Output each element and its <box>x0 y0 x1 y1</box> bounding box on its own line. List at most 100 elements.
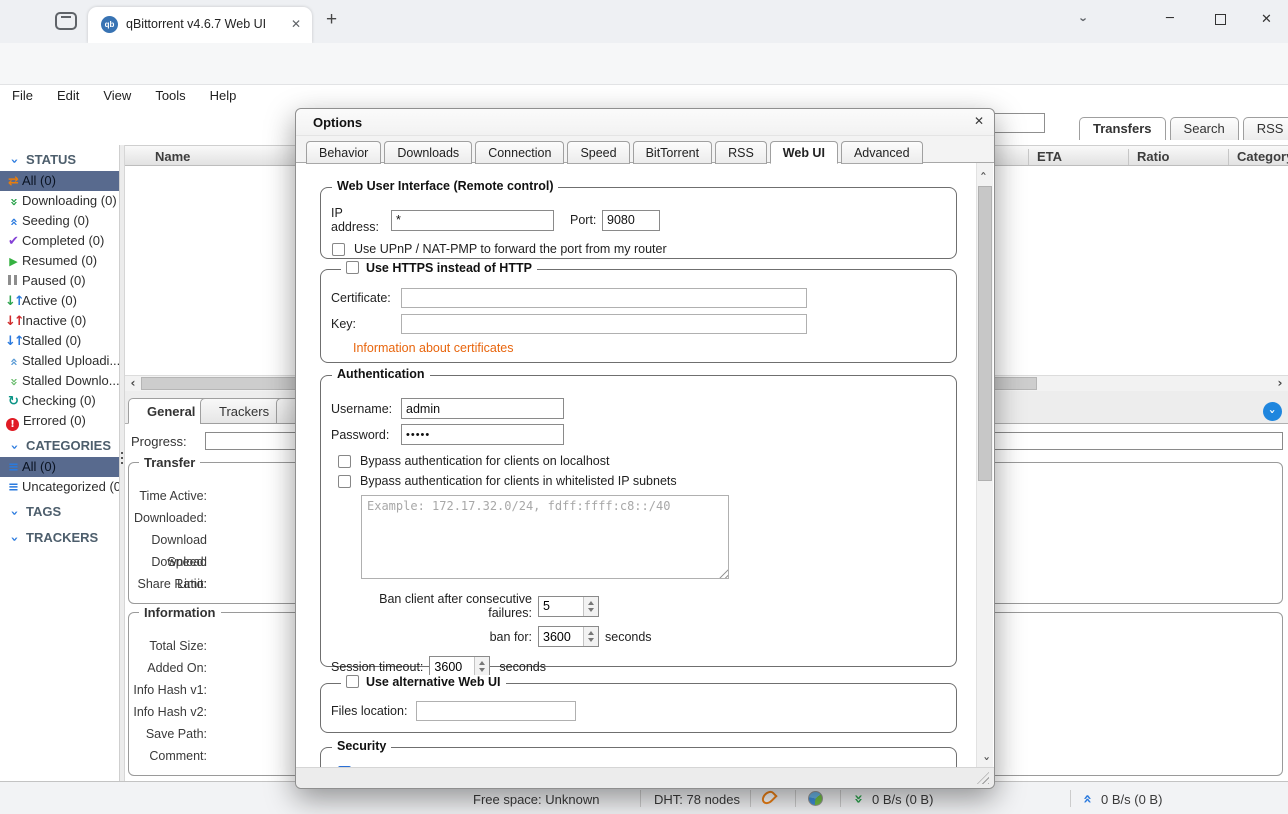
scroll-right-icon[interactable]: › <box>1272 376 1288 391</box>
spinner-arrows-icon[interactable] <box>474 657 489 676</box>
sidebar-item-downloading-0[interactable]: »Downloading (0) <box>0 191 119 211</box>
sidebar-section-categories[interactable]: ›CATEGORIES <box>0 435 119 457</box>
https-checkbox[interactable] <box>346 261 359 274</box>
scroll-down-icon[interactable]: › <box>977 751 994 767</box>
tab-search[interactable]: Search <box>1170 117 1239 140</box>
subnet-whitelist-textarea[interactable] <box>361 495 729 579</box>
key-label: Key: <box>331 317 401 331</box>
dialog-footer <box>296 767 994 788</box>
sidebar-section-trackers[interactable]: ›TRACKERS <box>0 527 119 549</box>
scroll-left-icon[interactable]: ‹ <box>125 376 141 391</box>
upload-speed-label[interactable]: 0 B/s (0 B) <box>1101 792 1162 807</box>
ban-duration-input[interactable] <box>539 627 583 646</box>
authentication-fieldset: Authentication Username: Password: Bypas… <box>320 375 957 667</box>
maximize-button[interactable] <box>1215 14 1226 25</box>
dialog-tab-downloads[interactable]: Downloads <box>384 141 472 164</box>
dialog-tab-advanced[interactable]: Advanced <box>841 141 923 164</box>
ip-address-input[interactable] <box>391 210 554 231</box>
dialog-titlebar[interactable]: Options ✕ <box>296 109 994 136</box>
menu-edit[interactable]: Edit <box>45 85 91 103</box>
sidebar-item-label: Active (0) <box>22 293 77 308</box>
column-header-category[interactable]: Category <box>1228 149 1288 165</box>
collapse-panel-button[interactable]: › <box>1263 402 1282 421</box>
download-speed-label[interactable]: 0 B/s (0 B) <box>872 792 933 807</box>
window-close-button[interactable]: ✕ <box>1261 12 1272 27</box>
sidebar-item-stalled-0[interactable]: ↓↑Stalled (0) <box>0 331 119 351</box>
detail-label: Save Path: <box>129 723 207 745</box>
bypass-subnet-checkbox[interactable] <box>338 475 351 488</box>
workspace-icon[interactable] <box>55 12 77 30</box>
sidebar-item-all-0[interactable]: ≡All (0) <box>0 457 119 477</box>
menu-view[interactable]: View <box>91 85 143 103</box>
chevron-down-icon: › <box>1263 409 1282 414</box>
detail-label: Time Active: <box>129 485 207 507</box>
sidebar-item-checking-0[interactable]: ↻Checking (0) <box>0 391 119 411</box>
column-header-eta[interactable]: ETA <box>1028 149 1128 165</box>
username-input[interactable] <box>401 398 564 419</box>
dialog-tab-rss[interactable]: RSS <box>715 141 767 164</box>
session-timeout-input[interactable] <box>430 657 474 676</box>
tab-trackers[interactable]: Trackers <box>200 398 288 424</box>
ban-count-input[interactable] <box>539 597 583 616</box>
new-tab-button[interactable]: + <box>326 9 337 31</box>
security-fieldset: Security <box>320 747 957 769</box>
tab-rss[interactable]: RSS <box>1243 117 1288 140</box>
ban-count-spinner[interactable] <box>538 596 599 617</box>
dialog-tab-behavior[interactable]: Behavior <box>306 141 381 164</box>
dialog-scroll-thumb[interactable] <box>978 186 992 481</box>
sidebar-item-inactive-0[interactable]: ↓↑Inactive (0) <box>0 311 119 331</box>
detail-label: Info Hash v1: <box>129 679 207 701</box>
dialog-tab-bittorrent[interactable]: BitTorrent <box>633 141 713 164</box>
column-header-name[interactable]: Name <box>147 149 190 164</box>
alternative-webui-checkbox[interactable] <box>346 675 359 688</box>
files-location-input[interactable] <box>416 701 576 721</box>
arrows-down-up-icon: ↓↑ <box>5 312 22 331</box>
dialog-tab-speed[interactable]: Speed <box>567 141 629 164</box>
upnp-checkbox[interactable] <box>332 243 345 256</box>
globe-icon[interactable] <box>808 791 823 806</box>
session-timeout-spinner[interactable] <box>429 656 490 677</box>
bypass-localhost-checkbox[interactable] <box>338 455 351 468</box>
spinner-arrows-icon[interactable] <box>583 627 598 646</box>
browser-tab[interactable]: qb qBittorrent v4.6.7 Web UI ✕ <box>88 7 312 43</box>
menu-tools[interactable]: Tools <box>143 85 197 103</box>
key-input[interactable] <box>401 314 807 334</box>
minimize-button[interactable]: ─ <box>1166 11 1174 26</box>
sidebar-item-uncategorized-0[interactable]: ≡Uncategorized (0) <box>0 477 119 497</box>
certificate-info-link[interactable]: Information about certificates <box>353 341 514 355</box>
menu-file[interactable]: File <box>0 85 45 103</box>
ban-duration-spinner[interactable] <box>538 626 599 647</box>
column-header-ratio[interactable]: Ratio <box>1128 149 1228 165</box>
dialog-tab-web-ui[interactable]: Web UI <box>770 141 838 164</box>
dialog-close-button[interactable]: ✕ <box>974 114 984 128</box>
menu-help[interactable]: Help <box>198 85 249 103</box>
flame-icon[interactable] <box>759 788 777 806</box>
port-input[interactable] <box>602 210 660 231</box>
sidebar-section-tags[interactable]: ›TAGS <box>0 501 119 523</box>
sidebar-item-errored-0[interactable]: !Errored (0) <box>0 411 119 431</box>
tab-transfers[interactable]: Transfers <box>1079 117 1166 140</box>
tab-close-icon[interactable]: ✕ <box>291 17 301 31</box>
tab-list-chevron-icon[interactable]: › <box>1082 12 1086 27</box>
sidebar-item-resumed-0[interactable]: ▶Resumed (0) <box>0 251 119 271</box>
sidebar-item-stalled-uploadi[interactable]: «Stalled Uploadi... <box>0 351 119 371</box>
sidebar-item-stalled-downlo[interactable]: »Stalled Downlo... <box>0 371 119 391</box>
sidebar-item-active-0[interactable]: ↓↑Active (0) <box>0 291 119 311</box>
scroll-up-icon[interactable]: › <box>977 166 994 182</box>
sidebar-section-label: STATUS <box>26 152 76 167</box>
sidebar-section-status[interactable]: ›STATUS <box>0 149 119 171</box>
list-icon: ≡ <box>5 478 22 497</box>
sidebar-item-seeding-0[interactable]: «Seeding (0) <box>0 211 119 231</box>
sidebar-item-all-0[interactable]: ⇄All (0) <box>0 171 119 191</box>
spinner-arrows-icon[interactable] <box>583 597 598 616</box>
sidebar-item-paused-0[interactable]: Paused (0) <box>0 271 119 291</box>
certificate-input[interactable] <box>401 288 807 308</box>
password-input[interactable] <box>401 424 564 445</box>
sidebar-item-label: Downloading (0) <box>22 193 117 208</box>
detail-label: Total Size: <box>129 635 207 657</box>
dialog-scrollbar[interactable]: › › <box>976 163 993 769</box>
detail-label: Added On: <box>129 657 207 679</box>
dialog-resize-handle[interactable] <box>977 772 989 784</box>
sidebar-item-completed-0[interactable]: ✔Completed (0) <box>0 231 119 251</box>
dialog-tab-connection[interactable]: Connection <box>475 141 564 164</box>
